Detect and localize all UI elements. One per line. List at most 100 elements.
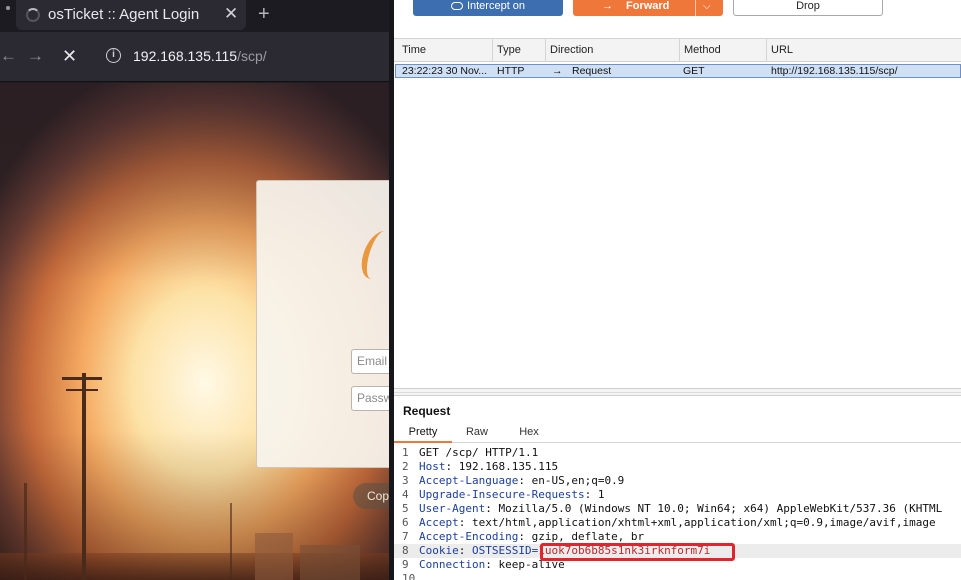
header-name: Host <box>419 460 446 473</box>
cell-url: http://192.168.135.115/scp/ <box>771 65 898 77</box>
code-line: 10 <box>394 572 961 580</box>
toggle-icon <box>450 2 463 10</box>
tab-close-icon[interactable]: ✕ <box>224 4 238 24</box>
column-header-time[interactable]: Time <box>394 39 493 62</box>
proxy-window: Intercept on → Forward ⌵ Drop Time Type … <box>394 0 961 580</box>
password-field[interactable]: Password <box>351 386 389 411</box>
column-header-url[interactable]: URL <box>767 39 961 62</box>
utility-pole-crossbar <box>66 389 98 391</box>
tab-bar: osTicket :: Agent Login ✕ + <box>0 0 389 32</box>
cell-time: 23:22:23 30 Nov... <box>402 65 488 77</box>
code-text: Accept-Encoding: gzip, deflate, br <box>419 530 644 544</box>
header-name: Connection <box>419 558 486 571</box>
header-value: en-US,en;q=0.9 <box>531 474 625 487</box>
loading-spinner-icon <box>26 8 40 22</box>
header-separator: : <box>485 558 499 571</box>
back-arrow-icon[interactable]: ← <box>0 46 17 66</box>
site-info-icon[interactable]: i <box>106 48 121 63</box>
utility-pole <box>24 483 27 580</box>
navigation-bar: ← → ✕ i 192.168.135.115/scp/ <box>0 32 389 82</box>
header-separator: : <box>485 502 499 515</box>
request-title: Request <box>403 404 451 418</box>
login-card: Email Password <box>256 180 389 468</box>
pane-splitter[interactable] <box>394 388 961 396</box>
table-header: Time Type Direction Method URL <box>394 39 961 62</box>
cell-method: GET <box>683 65 705 77</box>
header-name: User-Agent <box>419 502 486 515</box>
header-name: Accept-Language <box>419 474 519 487</box>
column-header-type[interactable]: Type <box>493 39 546 62</box>
column-header-method[interactable]: Method <box>680 39 767 62</box>
line-number: 8 <box>402 544 409 557</box>
cookie-highlight-box <box>540 543 735 561</box>
header-value: text/html,application/xhtml+xml,applicat… <box>472 516 936 529</box>
header-name: Accept <box>419 516 459 529</box>
header-value: Mozilla/5.0 (Windows NT 10.0; Win64; x64… <box>498 502 943 515</box>
header-separator: : <box>584 488 598 501</box>
screen: osTicket :: Agent Login ✕ + ← → ✕ i 192.… <box>0 0 961 580</box>
stop-loading-icon[interactable]: ✕ <box>62 46 77 67</box>
code-text: User-Agent: Mozilla/5.0 (Windows NT 10.0… <box>419 502 942 516</box>
line-number: 4 <box>402 488 409 501</box>
tab-raw[interactable]: Raw <box>452 423 502 443</box>
email-field[interactable]: Email <box>351 349 389 374</box>
button-separator <box>695 0 696 16</box>
forward-button[interactable]: → Forward ⌵ <box>573 0 723 16</box>
code-line: 6 Accept: text/html,application/xhtml+xml… <box>394 516 961 530</box>
line-number: 10 <box>402 572 416 580</box>
code-text: GET /scp/ HTTP/1.1 <box>419 446 538 460</box>
code-line: 1 GET /scp/ HTTP/1.1 <box>394 446 961 460</box>
header-name: Accept-Encoding <box>419 530 519 543</box>
code-line: 2 Host: 192.168.135.115 <box>394 460 961 474</box>
line-number: 6 <box>402 516 409 529</box>
header-value: 1 <box>597 488 605 501</box>
forward-arrow-icon[interactable]: → <box>27 46 44 66</box>
line-number: 7 <box>402 530 409 543</box>
request-view-tabs: Pretty Raw Hex <box>394 423 961 443</box>
line-number: 3 <box>402 474 409 487</box>
tab-pretty[interactable]: Pretty <box>394 423 452 443</box>
header-separator: : <box>518 474 532 487</box>
header-name: Cookie <box>419 544 459 557</box>
intercept-queue-table: Time Type Direction Method URL 23:22:23 … <box>394 38 961 388</box>
code-text: Accept-Language: en-US,en;q=0.9 <box>419 474 624 488</box>
table-row[interactable]: 23:22:23 30 Nov... HTTP → Request GET ht… <box>395 64 961 78</box>
request-editor: Request Pretty Raw Hex 1 GET /scp/ HTTP/1… <box>394 396 961 580</box>
code-line: 4 Upgrade-Insecure-Requests: 1 <box>394 488 961 502</box>
header-value: GET /scp/ HTTP/1.1 <box>419 446 539 459</box>
address-bar[interactable]: 192.168.135.115/scp/ <box>133 48 267 64</box>
splitter-line <box>394 392 961 393</box>
tab-edge-dot <box>6 6 10 10</box>
drop-button[interactable]: Drop <box>733 0 883 16</box>
line-number: 5 <box>402 502 409 515</box>
utility-pole <box>230 503 232 580</box>
tab-title: osTicket :: Agent Login <box>48 6 200 23</box>
cookie-name: OSTSESSID= <box>472 544 539 557</box>
cell-type: HTTP <box>497 65 525 77</box>
url-host: 192.168.135.115 <box>133 48 238 64</box>
line-number: 9 <box>402 558 409 571</box>
cell-direction: Request <box>572 65 612 77</box>
header-separator: : <box>445 460 459 473</box>
code-line: 3 Accept-Language: en-US,en;q=0.9 <box>394 474 961 488</box>
code-line: 7 Accept-Encoding: gzip, deflate, br <box>394 530 961 544</box>
intercept-toolbar: Intercept on → Forward ⌵ Drop <box>394 0 961 33</box>
code-text: Upgrade-Insecure-Requests: 1 <box>419 488 604 502</box>
code-text: Accept: text/html,application/xhtml+xml,… <box>419 516 936 530</box>
intercept-toggle-button[interactable]: Intercept on <box>413 0 563 16</box>
chevron-down-icon[interactable]: ⌵ <box>703 0 711 15</box>
column-header-direction[interactable]: Direction <box>546 39 680 62</box>
background-building <box>255 533 293 580</box>
browser-tab[interactable]: osTicket :: Agent Login ✕ <box>16 0 246 30</box>
header-value: gzip, deflate, br <box>531 530 645 543</box>
new-tab-icon[interactable]: + <box>258 3 270 26</box>
page-viewport: Email Password Copyright <box>0 83 389 580</box>
utility-pole-crossbar <box>62 377 102 380</box>
forward-label: Forward <box>626 0 670 12</box>
code-line: 5 User-Agent: Mozilla/5.0 (Windows NT 10.… <box>394 502 961 516</box>
direction-arrow-icon: → <box>552 65 563 77</box>
osticket-logo-icon <box>356 231 389 279</box>
tab-hex[interactable]: Hex <box>506 423 552 443</box>
header-separator: : <box>458 516 472 529</box>
code-text: Host: 192.168.135.115 <box>419 460 558 474</box>
